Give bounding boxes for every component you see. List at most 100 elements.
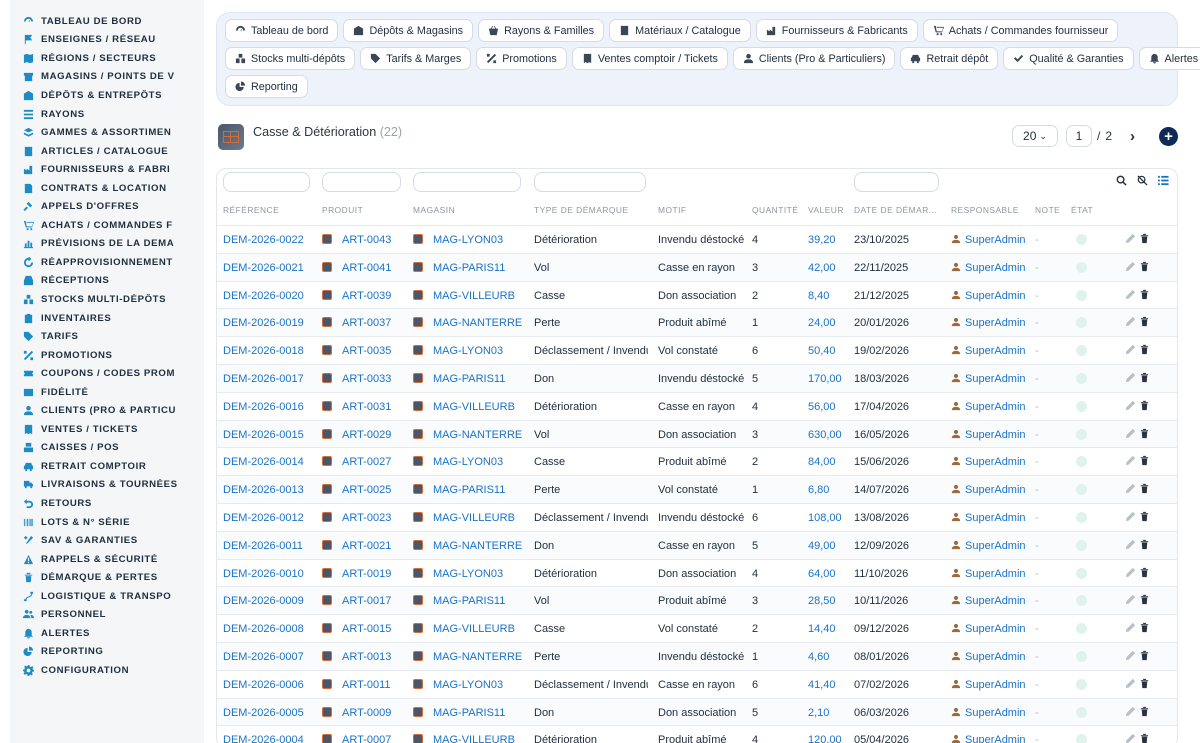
- product-link[interactable]: ART-0019: [342, 568, 391, 580]
- sidebar-item[interactable]: GAMMES & ASSORTIMEN: [10, 123, 204, 142]
- edit-icon[interactable]: [1125, 594, 1136, 605]
- sidebar-item[interactable]: RETRAIT COMPTOIR: [10, 457, 204, 476]
- edit-icon[interactable]: [1125, 372, 1136, 383]
- delete-icon[interactable]: [1139, 455, 1150, 466]
- sidebar-item[interactable]: FIDÉLITÉ: [10, 383, 204, 402]
- list-view-icon[interactable]: [1158, 175, 1169, 186]
- store-link[interactable]: MAG-LYON03: [433, 679, 503, 691]
- sidebar-item[interactable]: RÉAPPROVISIONNEMENT: [10, 253, 204, 272]
- edit-icon[interactable]: [1125, 344, 1136, 355]
- module-button[interactable]: Ventes comptoir / Tickets: [571, 47, 728, 70]
- column-header[interactable]: DATE DE DÉMAR...: [854, 205, 946, 215]
- edit-icon[interactable]: [1125, 233, 1136, 244]
- filter-store-input[interactable]: [413, 172, 521, 192]
- module-button[interactable]: Dépôts & Magasins: [343, 19, 474, 42]
- product-link[interactable]: ART-0013: [342, 651, 391, 663]
- delete-icon[interactable]: [1139, 539, 1150, 550]
- store-link[interactable]: MAG-PARIS11: [433, 484, 505, 496]
- sidebar-item[interactable]: DÉPÔTS & ENTREPÔTS: [10, 86, 204, 105]
- delete-icon[interactable]: [1139, 400, 1150, 411]
- sidebar-item[interactable]: RÉGIONS / SECTEURS: [10, 49, 204, 68]
- sidebar-item[interactable]: RAPPELS & SÉCURITÉ: [10, 550, 204, 569]
- store-link[interactable]: MAG-PARIS11: [433, 707, 505, 719]
- table-row[interactable]: DEM-2026-0015 ART-0029 MAG-NANTERRE Vol Don …: [217, 419, 1177, 448]
- sidebar-item[interactable]: PRÉVISIONS DE LA DEMA: [10, 235, 204, 254]
- store-link[interactable]: MAG-NANTERRE: [433, 540, 522, 552]
- delete-icon[interactable]: [1139, 428, 1150, 439]
- responsible-link[interactable]: SuperAdmin: [965, 595, 1026, 607]
- module-button[interactable]: Qualité & Garanties: [1003, 47, 1134, 70]
- delete-icon[interactable]: [1139, 650, 1150, 661]
- module-button[interactable]: Tableau de bord: [225, 19, 339, 42]
- edit-icon[interactable]: [1125, 511, 1136, 522]
- responsible-link[interactable]: SuperAdmin: [965, 512, 1026, 524]
- edit-icon[interactable]: [1125, 261, 1136, 272]
- filter-reference-input[interactable]: [223, 172, 310, 192]
- edit-icon[interactable]: [1125, 650, 1136, 661]
- reference-link[interactable]: DEM-2026-0016: [223, 401, 304, 413]
- delete-icon[interactable]: [1139, 511, 1150, 522]
- reference-link[interactable]: DEM-2026-0013: [223, 484, 304, 496]
- product-link[interactable]: ART-0033: [342, 373, 391, 385]
- column-header[interactable]: QUANTITÉ: [752, 205, 804, 215]
- reference-link[interactable]: DEM-2026-0022: [223, 234, 304, 246]
- responsible-link[interactable]: SuperAdmin: [965, 290, 1026, 302]
- module-button[interactable]: Achats / Commandes fournisseur: [922, 19, 1119, 42]
- responsible-link[interactable]: SuperAdmin: [965, 262, 1026, 274]
- sidebar-item[interactable]: ACHATS / COMMANDES F: [10, 216, 204, 235]
- product-link[interactable]: ART-0029: [342, 429, 391, 441]
- reference-link[interactable]: DEM-2026-0007: [223, 651, 304, 663]
- delete-icon[interactable]: [1139, 483, 1150, 494]
- module-button[interactable]: Alertes: [1138, 47, 1200, 70]
- reference-link[interactable]: DEM-2026-0008: [223, 623, 304, 635]
- sidebar-item[interactable]: CONTRATS & LOCATION: [10, 179, 204, 198]
- module-button[interactable]: Rayons & Familles: [478, 19, 605, 42]
- store-link[interactable]: MAG-VILLEURB: [433, 512, 515, 524]
- reference-link[interactable]: DEM-2026-0017: [223, 373, 304, 385]
- sidebar-item[interactable]: LOGISTIQUE & TRANSPO: [10, 587, 204, 606]
- responsible-link[interactable]: SuperAdmin: [965, 429, 1026, 441]
- reference-link[interactable]: DEM-2026-0005: [223, 707, 304, 719]
- store-link[interactable]: MAG-VILLEURB: [433, 734, 515, 743]
- module-button[interactable]: Clients (Pro & Particuliers): [732, 47, 896, 70]
- module-button[interactable]: Retrait dépôt: [900, 47, 999, 70]
- table-row[interactable]: DEM-2026-0012 ART-0023 MAG-VILLEURB Déclass…: [217, 502, 1177, 531]
- store-link[interactable]: MAG-NANTERRE: [433, 429, 522, 441]
- responsible-link[interactable]: SuperAdmin: [965, 651, 1026, 663]
- table-row[interactable]: DEM-2026-0017 ART-0033 MAG-PARIS11 Don Inven…: [217, 363, 1177, 392]
- store-link[interactable]: MAG-LYON03: [433, 568, 503, 580]
- next-page-button[interactable]: ›: [1130, 128, 1135, 145]
- table-row[interactable]: DEM-2026-0010 ART-0019 MAG-LYON03 Détériora…: [217, 558, 1177, 587]
- current-page-input[interactable]: 1: [1065, 125, 1092, 147]
- table-row[interactable]: DEM-2026-0007 ART-0013 MAG-NANTERRE Perte In…: [217, 641, 1177, 670]
- store-link[interactable]: MAG-NANTERRE: [433, 317, 522, 329]
- filter-date-input[interactable]: [854, 172, 939, 192]
- column-header[interactable]: MOTIF: [658, 205, 750, 215]
- column-header[interactable]: MAGASIN: [413, 205, 531, 215]
- edit-icon[interactable]: [1125, 567, 1136, 578]
- delete-icon[interactable]: [1139, 678, 1150, 689]
- sidebar-item[interactable]: DÉMARQUE & PERTES: [10, 568, 204, 587]
- sidebar-item[interactable]: ARTICLES / CATALOGUE: [10, 142, 204, 161]
- sidebar-item[interactable]: RETOURS: [10, 494, 204, 513]
- responsible-link[interactable]: SuperAdmin: [965, 568, 1026, 580]
- store-link[interactable]: MAG-VILLEURB: [433, 623, 515, 635]
- column-header[interactable]: TYPE DE DÉMARQUE: [534, 205, 654, 215]
- delete-icon[interactable]: [1139, 316, 1150, 327]
- reference-link[interactable]: DEM-2026-0010: [223, 568, 304, 580]
- edit-icon[interactable]: [1125, 400, 1136, 411]
- product-link[interactable]: ART-0007: [342, 734, 391, 743]
- column-header[interactable]: RÉFÉRENCE: [223, 205, 315, 215]
- delete-icon[interactable]: [1139, 594, 1150, 605]
- store-link[interactable]: MAG-LYON03: [433, 234, 503, 246]
- store-link[interactable]: MAG-VILLEURB: [433, 401, 515, 413]
- sidebar-item[interactable]: APPELS D'OFFRES: [10, 197, 204, 216]
- responsible-link[interactable]: SuperAdmin: [965, 234, 1026, 246]
- module-button[interactable]: Tarifs & Marges: [360, 47, 472, 70]
- responsible-link[interactable]: SuperAdmin: [965, 484, 1026, 496]
- responsible-link[interactable]: SuperAdmin: [965, 707, 1026, 719]
- reference-link[interactable]: DEM-2026-0006: [223, 679, 304, 691]
- product-link[interactable]: ART-0027: [342, 456, 391, 468]
- delete-icon[interactable]: [1139, 622, 1150, 633]
- sidebar-item[interactable]: VENTES / TICKETS: [10, 420, 204, 439]
